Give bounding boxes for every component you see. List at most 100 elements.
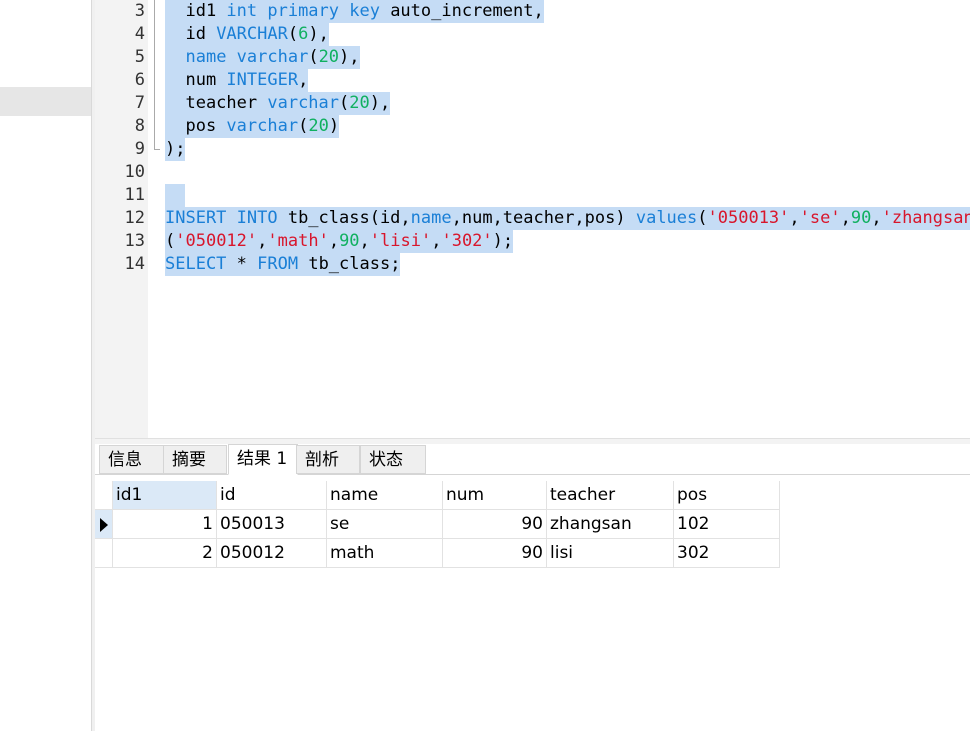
line-number: 6 [134,70,145,90]
code-line: name varchar(20), [165,46,360,69]
code-token: , [257,231,268,251]
line-number: 11 [124,185,145,205]
code-token: FROM [257,254,299,274]
column-header-teacher[interactable]: teacher [547,481,674,510]
column-header-num[interactable]: num [443,481,547,510]
object-browser-selected-item[interactable] [0,87,91,116]
row-selector[interactable] [95,539,113,568]
code-line: INSERT INTO tb_class(id,name,num,teacher… [165,207,970,230]
code-token: name varchar [185,47,309,67]
code-token: ), [369,93,391,113]
code-token: INSERT INTO [165,208,278,228]
grid-corner [95,481,113,510]
code-token: , [328,231,340,251]
code-fold-end [154,149,160,151]
code-token: ,num,teacher,pos) [451,208,636,228]
table-cell[interactable]: 302 [674,539,780,568]
code-token: tb_class; [298,254,401,274]
code-line: SELECT * FROM tb_class; [165,253,401,276]
line-number: 13 [124,231,145,251]
code-line: pos varchar(20) [165,115,340,138]
line-number: 12 [124,208,145,228]
code-token: ( [308,47,319,67]
code-token: pos [165,116,227,136]
table-cell[interactable]: 1 [113,510,217,539]
code-token: name [410,208,452,228]
code-token: , [431,231,442,251]
code-token: ); [165,139,186,159]
table-cell[interactable]: math [327,539,443,568]
code-token: int primary key [226,1,380,21]
code-line: ('050012','math',90,'lisi','302'); [165,230,514,253]
code-token: INTEGER [226,70,299,90]
code-token: auto_increment, [379,1,544,21]
table-cell[interactable]: zhangsan [547,510,674,539]
code-token: VARCHAR [216,24,288,44]
column-header-name[interactable]: name [327,481,443,510]
table-cell[interactable]: 050012 [217,539,327,568]
code-line: ); [165,138,186,161]
column-header-id[interactable]: id [217,481,327,510]
column-header-id1[interactable]: id1 [113,481,217,510]
tab-info[interactable]: 信息 [99,445,165,474]
table-cell[interactable]: lisi [547,539,674,568]
table-cell[interactable]: se [327,510,443,539]
code-token: 90 [850,208,872,228]
code-token: * [226,254,258,274]
code-token: id [165,24,217,44]
code-token: '050013' [707,208,790,228]
code-token: 'zhangsan' [881,208,970,228]
tab-result-1[interactable]: 结果 1 [228,444,298,475]
code-line: num INTEGER, [165,69,309,92]
code-token: varchar [226,116,299,136]
code-line [165,184,186,207]
column-header-pos[interactable]: pos [674,481,780,510]
code-token: ( [697,208,708,228]
code-token: , [871,208,882,228]
code-token: '302' [441,231,493,251]
line-number: 14 [124,254,145,274]
code-token: teacher [165,93,268,113]
line-number: 3 [134,1,145,21]
code-token: '050012' [175,231,258,251]
code-token: ), [308,24,329,44]
code-line: teacher varchar(20), [165,92,391,115]
tab-summary[interactable]: 摘要 [163,445,227,474]
table-cell[interactable]: 90 [443,539,547,568]
code-token: 90 [339,231,360,251]
code-token: values [635,208,698,228]
code-token: varchar [267,93,340,113]
sql-editor[interactable]: 3 4 5 6 7 8 9 10 11 12 13 14 id1 int pri… [95,0,970,438]
code-token: SELECT [165,254,227,274]
current-row-arrow-icon [100,518,108,532]
code-token: ); [492,231,514,251]
code-token: ( [339,93,350,113]
line-number: 9 [134,139,145,159]
code-token: ( [165,231,176,251]
code-token: , [359,231,370,251]
code-fold-guide [154,0,161,150]
table-cell[interactable]: 90 [443,510,547,539]
line-number: 4 [134,24,145,44]
line-number: 5 [134,47,145,67]
code-token: 20 [349,93,370,113]
code-token: , [789,208,800,228]
line-number: 10 [124,162,145,182]
code-token: 'se' [799,208,841,228]
code-token: ) [328,116,340,136]
table-cell[interactable]: 2 [113,539,217,568]
tab-profile[interactable]: 剖析 [296,445,360,474]
table-cell[interactable]: 102 [674,510,780,539]
line-number: 8 [134,116,145,136]
code-token: 20 [308,116,329,136]
code-token: num [165,70,227,90]
table-cell[interactable]: 050013 [217,510,327,539]
code-token: , [298,70,309,90]
code-line: id1 int primary key auto_increment, [165,0,544,23]
row-selector[interactable] [95,510,113,539]
code-token: , [840,208,851,228]
tab-status[interactable]: 状态 [360,445,426,474]
code-line: id VARCHAR(6), [165,23,329,46]
